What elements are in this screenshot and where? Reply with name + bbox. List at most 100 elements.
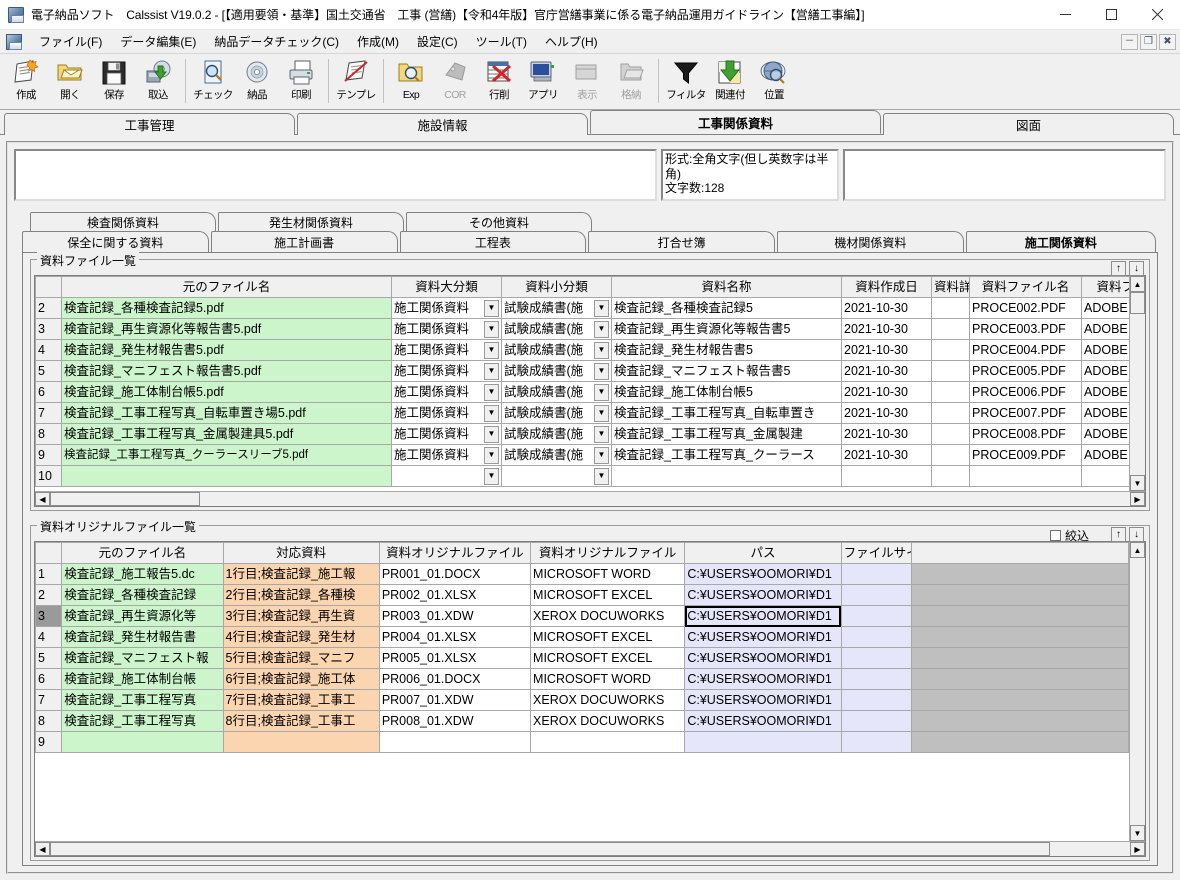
cell-document-note[interactable]: [932, 424, 970, 445]
cell-file-format[interactable]: ADOBE: [1082, 319, 1130, 340]
chevron-down-icon[interactable]: ▼: [594, 384, 609, 401]
file-list-sort-up-button[interactable]: ↑: [1111, 261, 1126, 276]
cell-original-name[interactable]: 検査記録_工事工程写真: [62, 711, 223, 732]
subtab-schedule[interactable]: 工程表: [400, 231, 587, 252]
minimize-button[interactable]: [1042, 0, 1088, 30]
toolbar-button-import[interactable]: 取込: [136, 57, 180, 109]
cell-document-note[interactable]: [932, 340, 970, 361]
menu-datacheck[interactable]: 納品データチェック(C): [205, 31, 348, 53]
row-number[interactable]: 6: [36, 669, 62, 690]
tab-drawings[interactable]: 図面: [883, 113, 1174, 135]
scroll-down-icon[interactable]: ▼: [1130, 475, 1145, 491]
cell-original-name[interactable]: 検査記録_工事工程写真: [62, 690, 223, 711]
row-number[interactable]: 3: [36, 606, 62, 627]
row-number[interactable]: 5: [36, 648, 62, 669]
ocol-original-file-software[interactable]: 資料オリジナルファイル: [531, 543, 685, 564]
row-number[interactable]: 4: [36, 627, 62, 648]
cell-major-category[interactable]: 施工関係資料▼: [392, 298, 502, 319]
filter-checkbox[interactable]: [1050, 530, 1061, 541]
table-row[interactable]: 4 検査記録_発生材報告書 4行目;検査記録_発生材 PR004_01.XLSX…: [36, 627, 1129, 648]
subtab-inspection-documents[interactable]: 検査関係資料: [30, 212, 216, 231]
menu-create[interactable]: 作成(M): [348, 31, 408, 53]
cell-created-date[interactable]: 2021-10-30: [842, 340, 932, 361]
cell-path[interactable]: C:¥USERS¥OOMORI¥D1: [685, 648, 841, 669]
table-row[interactable]: 5 検査記録_マニフェスト報 5行目;検査記録_マニフ PR005_01.XLS…: [36, 648, 1129, 669]
cell-original-name[interactable]: 検査記録_工事工程写真_金属製建具5.pdf: [62, 424, 392, 445]
chevron-down-icon[interactable]: ▼: [484, 300, 499, 317]
cell-original-file-name[interactable]: PR008_01.XDW: [379, 711, 530, 732]
cell-created-date[interactable]: 2021-10-30: [842, 445, 932, 466]
cell-minor-category[interactable]: 試験成績書(施▼: [502, 445, 612, 466]
cell-linked-document[interactable]: 7行目;検査記録_工事工: [223, 690, 379, 711]
cell-original-file-software[interactable]: [531, 732, 685, 753]
cell-file-size[interactable]: [841, 564, 912, 585]
file-list-horizontal-scrollbar[interactable]: ◀ ▶: [35, 491, 1145, 506]
toolbar-button-print[interactable]: 印刷: [279, 57, 323, 109]
chevron-down-icon[interactable]: ▼: [484, 468, 499, 485]
cell-document-note[interactable]: [932, 298, 970, 319]
table-row[interactable]: 1 検査記録_施工報告5.dc 1行目;検査記録_施工報 PR001_01.DO…: [36, 564, 1129, 585]
cell-file-name[interactable]: PROCE005.PDF: [970, 361, 1082, 382]
cell-document-name[interactable]: 検査記録_工事工程写真_クーラース: [612, 445, 842, 466]
cell-created-date[interactable]: [842, 466, 932, 487]
cell-original-name[interactable]: 検査記録_マニフェスト報告書5.pdf: [62, 361, 392, 382]
toolbar-button-location[interactable]: 位置: [752, 57, 796, 109]
row-number[interactable]: 9: [36, 445, 62, 466]
cell-minor-category[interactable]: 試験成績書(施▼: [502, 319, 612, 340]
col-major-category[interactable]: 資料大分類: [392, 277, 502, 298]
ocol-file-size[interactable]: ファイルサイ: [841, 543, 912, 564]
original-sort-up-button[interactable]: ↑: [1111, 527, 1126, 542]
cell-linked-document[interactable]: 6行目;検査記録_施工体: [223, 669, 379, 690]
cell-file-format[interactable]: ADOBE: [1082, 340, 1130, 361]
cell-original-file-name[interactable]: PR001_01.DOCX: [379, 564, 530, 585]
row-number[interactable]: 7: [36, 403, 62, 424]
maximize-button[interactable]: [1088, 0, 1134, 30]
cell-original-name[interactable]: 検査記録_再生資源化等報告書5.pdf: [62, 319, 392, 340]
cell-file-name[interactable]: PROCE003.PDF: [970, 319, 1082, 340]
cell-file-size[interactable]: [841, 711, 912, 732]
cell-path[interactable]: C:¥USERS¥OOMORI¥D1: [685, 627, 841, 648]
subtab-meeting-notes[interactable]: 打合せ簿: [588, 231, 775, 252]
cell-document-note[interactable]: [932, 445, 970, 466]
table-row[interactable]: 4 検査記録_発生材報告書5.pdf 施工関係資料▼ 試験成績書(施▼ 検査記録…: [36, 340, 1130, 361]
cell-path[interactable]: C:¥USERS¥OOMORI¥D1: [685, 690, 841, 711]
cell-original-file-name[interactable]: PR003_01.XDW: [379, 606, 530, 627]
table-row[interactable]: 2 検査記録_各種検査記録5.pdf 施工関係資料▼ 試験成績書(施▼ 検査記録…: [36, 298, 1130, 319]
cell-original-name[interactable]: 検査記録_施工体制台帳: [62, 669, 223, 690]
cell-document-note[interactable]: [932, 403, 970, 424]
table-row[interactable]: 7 検査記録_工事工程写真 7行目;検査記録_工事工 PR007_01.XDW …: [36, 690, 1129, 711]
chevron-down-icon[interactable]: ▼: [594, 468, 609, 485]
mdi-minimize-button[interactable]: －: [1121, 34, 1138, 50]
cell-file-size[interactable]: [841, 732, 912, 753]
table-row[interactable]: 9 検査記録_工事工程写真_クーラースリーブ5.pdf 施工関係資料▼ 試験成績…: [36, 445, 1130, 466]
cell-minor-category[interactable]: 試験成績書(施▼: [502, 298, 612, 319]
cell-original-name[interactable]: 検査記録_各種検査記録: [62, 585, 223, 606]
cell-original-name[interactable]: 検査記録_再生資源化等: [62, 606, 223, 627]
cell-original-file-name[interactable]: [379, 732, 530, 753]
cell-original-name[interactable]: 検査記録_工事工程写真_自転車置き場5.pdf: [62, 403, 392, 424]
toolbar-button-template[interactable]: テンプレ: [334, 57, 378, 109]
cell-minor-category[interactable]: ▼: [502, 466, 612, 487]
cell-file-size[interactable]: [841, 585, 912, 606]
cell-minor-category[interactable]: 試験成績書(施▼: [502, 424, 612, 445]
toolbar-button-exp[interactable]: Exp: [389, 57, 433, 109]
cell-minor-category[interactable]: 試験成績書(施▼: [502, 340, 612, 361]
row-number[interactable]: 3: [36, 319, 62, 340]
cell-original-name[interactable]: 検査記録_施工体制台帳5.pdf: [62, 382, 392, 403]
cell-major-category[interactable]: 施工関係資料▼: [392, 319, 502, 340]
table-row[interactable]: 6 検査記録_施工体制台帳5.pdf 施工関係資料▼ 試験成績書(施▼ 検査記録…: [36, 382, 1130, 403]
scrollbar-thumb[interactable]: [1130, 292, 1145, 314]
cell-file-name[interactable]: PROCE008.PDF: [970, 424, 1082, 445]
subtab-maintenance-documents[interactable]: 保全に関する資料: [22, 231, 209, 252]
subtab-other-documents[interactable]: その他資料: [406, 212, 592, 231]
cell-file-size[interactable]: [841, 648, 912, 669]
cell-linked-document[interactable]: 8行目;検査記録_工事工: [223, 711, 379, 732]
cell-linked-document[interactable]: [223, 732, 379, 753]
table-row[interactable]: 3 検査記録_再生資源化等報告書5.pdf 施工関係資料▼ 試験成績書(施▼ 検…: [36, 319, 1130, 340]
mdi-close-button[interactable]: ✖: [1159, 34, 1176, 50]
cell-document-name[interactable]: 検査記録_発生材報告書5: [612, 340, 842, 361]
menu-settings[interactable]: 設定(C): [408, 31, 467, 53]
cell-original-file-software[interactable]: MICROSOFT EXCEL: [531, 627, 685, 648]
chevron-down-icon[interactable]: ▼: [484, 342, 499, 359]
scrollbar-thumb[interactable]: [50, 842, 1050, 856]
